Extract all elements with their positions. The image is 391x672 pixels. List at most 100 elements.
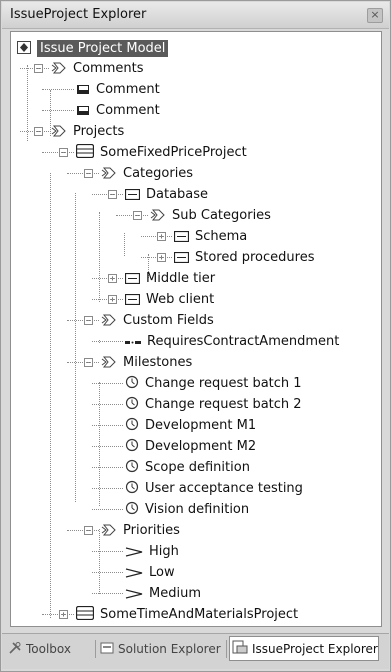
category-item-icon [124, 290, 141, 309]
category-item-icon [124, 269, 141, 288]
tab-separator [95, 640, 96, 658]
tree-node[interactable]: RequiresContractAmendment [125, 331, 339, 352]
tree-node[interactable]: Milestones [101, 352, 192, 373]
category-item-icon [124, 185, 141, 204]
clock-icon [125, 479, 139, 498]
tree-node-label: Middle tier [146, 271, 216, 286]
tree-node-label: Stored procedures [195, 250, 315, 265]
tab-issueproject-explorer[interactable]: IssueProject Explorer [229, 636, 379, 661]
clock-icon [125, 500, 139, 519]
category-item-icon [173, 248, 190, 267]
window-titlebar[interactable]: IssueProject Explorer × [2, 2, 389, 29]
tree-root-node[interactable]: Issue Project Model [17, 38, 169, 59]
tab-label: Toolbox [26, 642, 71, 656]
comment-icon [76, 80, 90, 99]
tree-node-label: Change request batch 1 [145, 376, 302, 391]
tree-node[interactable]: Vision definition [125, 499, 249, 520]
clock-icon [125, 437, 139, 456]
tree-node[interactable]: Middle tier [124, 268, 216, 289]
category-item-icon [173, 227, 190, 246]
tree-node-label: SomeTimeAndMaterialsProject [100, 607, 299, 622]
tree-node-label: SomeFixedPriceProject [100, 145, 247, 160]
tree-node-label: Comments [73, 61, 144, 76]
tab-separator [226, 640, 227, 658]
tree-node[interactable]: SomeTimeAndMaterialsProject [75, 604, 299, 625]
tree-node[interactable]: Low [125, 562, 175, 583]
category-icon [101, 521, 117, 540]
tree-node-label: Low [149, 565, 175, 580]
tree-node-label: RequiresContractAmendment [147, 334, 340, 349]
project-icon [75, 605, 95, 624]
tree-node-label: Scope definition [145, 460, 250, 475]
tree-node[interactable]: Development M2 [125, 436, 256, 457]
tree-node[interactable]: User acceptance testing [125, 478, 303, 499]
category-icon [101, 311, 117, 330]
tree-node[interactable]: Comments [51, 58, 143, 79]
category-icon [51, 122, 67, 141]
tab-label: IssueProject Explorer [252, 641, 378, 656]
tree-node[interactable]: Comment [76, 79, 160, 100]
issueproject-explorer-icon [232, 640, 248, 657]
comment-icon [76, 101, 90, 120]
tree-node[interactable]: High [125, 541, 179, 562]
tree-node[interactable]: Development M1 [125, 415, 256, 436]
tree-node-label: Comment [96, 103, 160, 118]
tree-node-label: Change request batch 2 [145, 397, 302, 412]
tool-window-tab-bar: Toolbox Solution Explorer IssueProject Exp… [2, 633, 389, 669]
tree-node[interactable]: Comment [76, 100, 160, 121]
tree-node-label: Sub Categories [172, 208, 271, 223]
tree-node-label: Schema [195, 229, 248, 244]
toolbox-icon [8, 641, 22, 658]
tree-node-label: User acceptance testing [145, 481, 303, 496]
tree-node-label: High [149, 544, 179, 559]
category-icon [101, 164, 117, 183]
tab-label: Solution Explorer [118, 642, 221, 656]
tree-node-label: Priorities [123, 523, 180, 538]
priority-icon [125, 563, 143, 582]
tree-node[interactable]: Projects [51, 121, 124, 142]
tree-node[interactable]: Change request batch 1 [125, 373, 302, 394]
tree-node-label: Vision definition [145, 502, 250, 517]
tree-node[interactable]: Schema [173, 226, 248, 247]
tree-node-label: Issue Project Model [37, 40, 169, 57]
priority-icon [125, 584, 143, 603]
tree-node[interactable]: SomeFixedPriceProject [75, 142, 247, 163]
tab-solution-explorer[interactable]: Solution Explorer [98, 638, 225, 660]
tab-toolbox[interactable]: Toolbox [6, 638, 94, 660]
priority-icon [125, 542, 143, 561]
window-title: IssueProject Explorer [10, 7, 147, 22]
tree-node-label: Projects [73, 124, 125, 139]
tree-node[interactable]: Priorities [101, 520, 180, 541]
category-icon [51, 59, 67, 78]
clock-icon [125, 458, 139, 477]
clock-icon [125, 395, 139, 414]
tree-node[interactable]: Sub Categories [150, 205, 271, 226]
tree-node[interactable]: Database [124, 184, 209, 205]
tree-node-label: Development M2 [145, 439, 257, 454]
tree-node-label: Medium [149, 586, 201, 601]
tree-node-label: Categories [123, 166, 194, 181]
tree-node[interactable]: Change request batch 2 [125, 394, 302, 415]
model-icon [17, 39, 31, 58]
field-icon [125, 332, 141, 351]
tree-node-label: Custom Fields [123, 313, 214, 328]
tree-node[interactable]: Scope definition [125, 457, 250, 478]
category-icon [101, 353, 117, 372]
clock-icon [125, 374, 139, 393]
tree-node-label: Comment [96, 82, 160, 97]
project-icon [75, 143, 95, 162]
close-button[interactable]: × [367, 8, 383, 23]
issueproject-explorer-window: IssueProject Explorer × Issue Project Mo… [0, 0, 391, 672]
tree-view[interactable]: Issue Project Model − Comments Comment Comme… [10, 31, 382, 627]
tree-node-label: Milestones [123, 355, 193, 370]
category-icon [150, 206, 166, 225]
tree-node[interactable]: Stored procedures [173, 247, 315, 268]
tree-node-label: Database [146, 187, 209, 202]
tree-node[interactable]: Medium [125, 583, 201, 604]
tree-node[interactable]: Categories [101, 163, 193, 184]
tree-node[interactable]: Web client [124, 289, 214, 310]
tree-node[interactable]: Custom Fields [101, 310, 214, 331]
solution-explorer-icon [100, 641, 114, 658]
tree-node-label: Development M1 [145, 418, 257, 433]
clock-icon [125, 416, 139, 435]
